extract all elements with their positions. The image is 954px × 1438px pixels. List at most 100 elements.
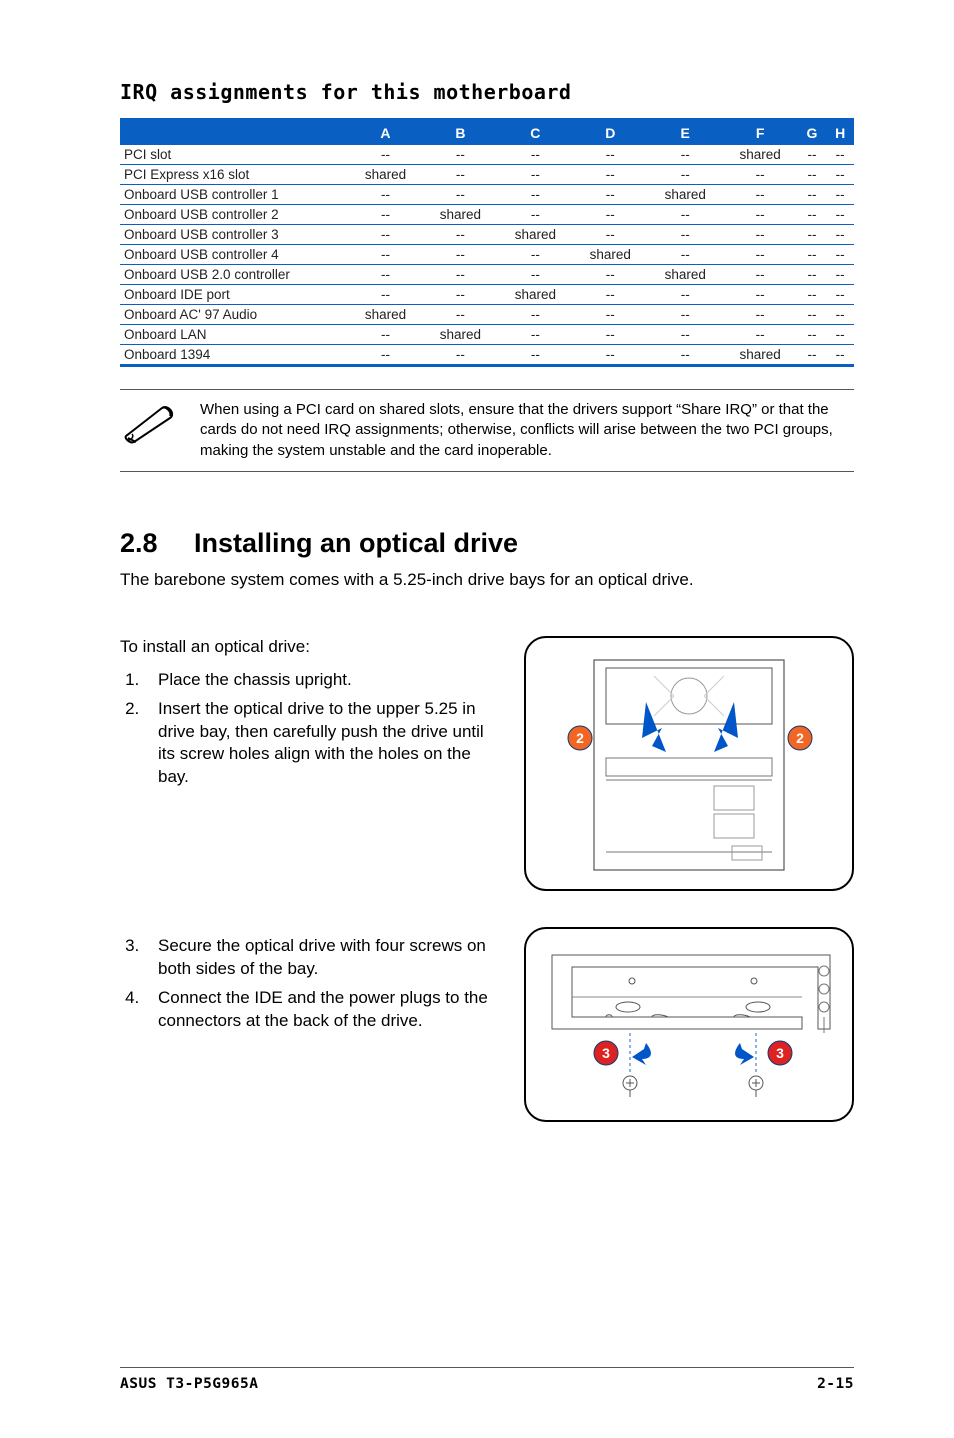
table-row-label: Onboard AC' 97 Audio [120,305,348,325]
table-cell: -- [648,345,723,366]
table-row: Onboard USB controller 4------shared----… [120,245,854,265]
table-cell: -- [498,305,573,325]
table-header-col: D [573,120,648,146]
table-row: Onboard USB controller 2--shared--------… [120,205,854,225]
table-cell: shared [423,205,498,225]
callout-2-left: 2 [576,730,584,746]
table-row: Onboard USB 2.0 controller--------shared… [120,265,854,285]
table-row-label: PCI slot [120,145,348,165]
table-cell: -- [723,305,798,325]
table-cell: shared [423,325,498,345]
table-header-col: H [826,120,854,146]
table-cell: -- [826,185,854,205]
table-cell: shared [723,145,798,165]
table-cell: -- [826,325,854,345]
table-cell: -- [573,225,648,245]
table-cell: -- [798,225,827,245]
table-cell: -- [648,245,723,265]
table-cell: -- [648,145,723,165]
table-cell: -- [498,185,573,205]
table-cell: -- [423,345,498,366]
table-cell: -- [573,185,648,205]
table-cell: shared [648,265,723,285]
table-row: Onboard IDE port----shared---------- [120,285,854,305]
table-cell: -- [348,245,423,265]
table-cell: -- [498,265,573,285]
section-intro: The barebone system comes with a 5.25-in… [120,569,854,592]
table-cell: -- [348,185,423,205]
callout-2-right: 2 [796,730,804,746]
footer-page-number: 2-15 [817,1376,854,1392]
table-cell: -- [423,265,498,285]
page-footer: ASUS T3-P5G965A 2-15 [120,1367,854,1392]
table-row: Onboard 1394----------shared---- [120,345,854,366]
table-cell: -- [648,285,723,305]
footer-product: ASUS T3-P5G965A [120,1376,258,1392]
table-cell: -- [348,325,423,345]
table-cell: -- [826,145,854,165]
step-list-2: Secure the optical drive with four screw… [120,935,504,1033]
table-cell: -- [498,165,573,185]
table-row: PCI slot----------shared---- [120,145,854,165]
table-cell: -- [348,345,423,366]
table-cell: -- [498,325,573,345]
section-number: 2.8 [120,528,194,559]
table-cell: -- [723,265,798,285]
table-header-col: G [798,120,827,146]
note-box: When using a PCI card on shared slots, e… [120,389,854,472]
table-row: PCI Express x16 slotshared-------------- [120,165,854,185]
table-cell: -- [798,285,827,305]
table-cell: -- [723,165,798,185]
table-cell: -- [573,165,648,185]
irq-table: ABCDEFGH PCI slot----------shared----PCI… [120,118,854,367]
table-cell: -- [498,245,573,265]
table-cell: -- [348,205,423,225]
table-cell: -- [648,305,723,325]
table-cell: shared [348,305,423,325]
table-cell: -- [648,325,723,345]
table-cell: -- [423,305,498,325]
table-row-label: Onboard LAN [120,325,348,345]
table-cell: -- [826,265,854,285]
table-cell: -- [348,145,423,165]
table-row-label: Onboard USB controller 2 [120,205,348,225]
table-cell: -- [798,305,827,325]
table-cell: shared [723,345,798,366]
table-row-label: Onboard IDE port [120,285,348,305]
table-cell: shared [498,285,573,305]
table-cell: -- [573,285,648,305]
table-header-col: B [423,120,498,146]
table-cell: -- [348,285,423,305]
table-cell: shared [573,245,648,265]
table-row: Onboard USB controller 1--------shared--… [120,185,854,205]
table-row: Onboard USB controller 3----shared------… [120,225,854,245]
note-icon [120,400,182,453]
table-cell: -- [423,285,498,305]
table-cell: -- [573,205,648,225]
step-item: Insert the optical drive to the upper 5.… [144,698,504,790]
subheading: IRQ assignments for this motherboard [120,80,854,104]
table-cell: -- [826,245,854,265]
table-cell: shared [648,185,723,205]
table-row-label: Onboard 1394 [120,345,348,366]
table-row-label: Onboard USB controller 4 [120,245,348,265]
table-cell: -- [573,145,648,165]
table-row-label: Onboard USB controller 3 [120,225,348,245]
table-row-label: Onboard USB controller 1 [120,185,348,205]
note-text: When using a PCI card on shared slots, e… [200,400,854,461]
table-cell: -- [498,345,573,366]
table-cell: -- [348,265,423,285]
table-cell: -- [423,225,498,245]
step-list-1: Place the chassis upright. Insert the opt… [120,669,504,790]
table-cell: -- [423,245,498,265]
table-cell: -- [723,245,798,265]
table-header-blank [120,120,348,146]
figure-1: 2 2 [524,636,854,891]
table-cell: -- [723,325,798,345]
table-cell: -- [826,165,854,185]
callout-3-right: 3 [776,1045,784,1061]
table-cell: -- [423,185,498,205]
table-cell: -- [498,145,573,165]
table-cell: -- [573,305,648,325]
step-item: Place the chassis upright. [144,669,504,692]
